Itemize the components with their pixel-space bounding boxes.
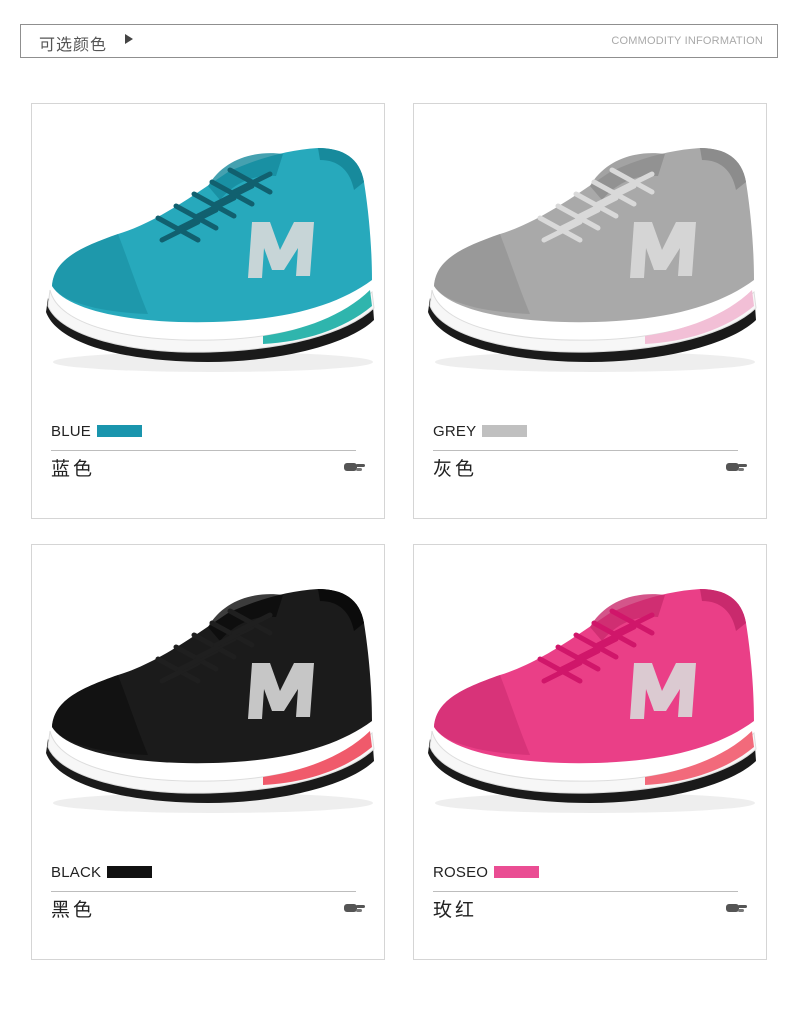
section-header: 可选颜色 COMMODITY INFORMATION xyxy=(20,24,778,58)
color-name-zh: 玫红 xyxy=(433,899,478,921)
color-name-zh: 黑色 xyxy=(51,899,96,921)
section-subtitle: COMMODITY INFORMATION xyxy=(611,35,763,47)
color-swatch xyxy=(107,866,153,878)
color-option-roseo[interactable]: ROSEO 玫红 xyxy=(413,544,767,960)
color-option-grey[interactable]: GREY 灰色 xyxy=(413,103,767,519)
section-title: 可选颜色 xyxy=(39,35,108,54)
color-name-en: BLACK xyxy=(51,863,102,881)
color-name-en: GREY xyxy=(433,422,477,440)
color-swatch xyxy=(97,425,142,437)
color-label-row: BLUE xyxy=(51,421,142,441)
blue-sneaker-image xyxy=(46,148,375,372)
grey-sneaker-image xyxy=(428,148,757,372)
hand-pointer-icon xyxy=(726,904,747,912)
hand-pointer-icon xyxy=(726,463,747,471)
color-name-en: ROSEO xyxy=(433,863,489,881)
color-option-blue[interactable]: BLUE 蓝色 xyxy=(31,103,385,519)
divider xyxy=(51,450,356,451)
color-name-zh: 蓝色 xyxy=(51,458,96,480)
color-swatch xyxy=(482,425,528,437)
color-name-en: BLUE xyxy=(51,422,91,440)
arrow-right-icon xyxy=(125,34,133,44)
color-swatch xyxy=(494,866,540,878)
divider xyxy=(433,891,738,892)
divider xyxy=(433,450,738,451)
hand-pointer-icon xyxy=(344,904,365,912)
divider xyxy=(51,891,356,892)
color-name-zh: 灰色 xyxy=(433,458,478,480)
hand-pointer-icon xyxy=(344,463,365,471)
color-label-row: ROSEO xyxy=(433,862,540,882)
black-sneaker-image xyxy=(46,589,375,813)
color-label-row: GREY xyxy=(433,421,528,441)
color-option-black[interactable]: BLACK 黑色 xyxy=(31,544,385,960)
roseo-sneaker-image xyxy=(428,589,757,813)
color-label-row: BLACK xyxy=(51,862,153,882)
